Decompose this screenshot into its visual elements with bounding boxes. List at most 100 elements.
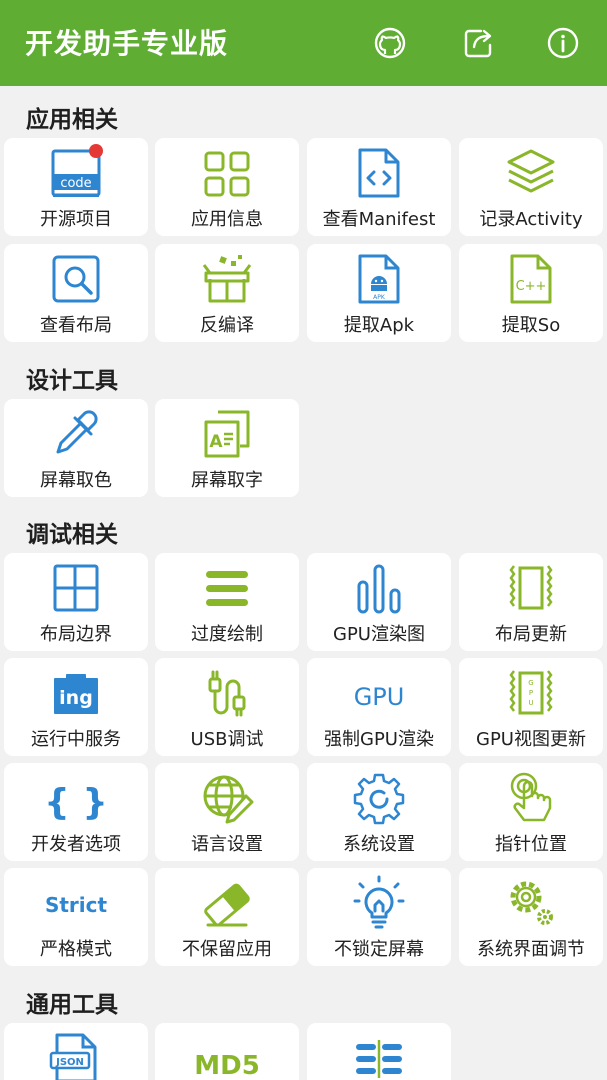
tile-label: 开源项目	[40, 209, 112, 230]
tile-label: GPU渲染图	[333, 624, 425, 645]
tile-md5[interactable]: MD5	[155, 1023, 299, 1080]
tile-decompile[interactable]: 反编译	[155, 244, 299, 342]
tile-text-capture[interactable]: A 屏幕取字	[155, 399, 299, 497]
tile-manifest[interactable]: 查看Manifest	[307, 138, 451, 236]
github-icon[interactable]	[373, 26, 407, 60]
list-lines-icon	[356, 1040, 402, 1078]
svg-text:JSON: JSON	[55, 1057, 84, 1068]
grid-apps-icon	[204, 151, 250, 197]
apk-file-icon: APK	[358, 254, 400, 304]
tile-system-ui-tuner[interactable]: 系统界面调节	[459, 868, 603, 966]
svg-text:G: G	[528, 679, 533, 687]
layers-icon	[507, 149, 555, 193]
tile-label: 屏幕取色	[40, 470, 112, 491]
section-title-app: 应用相关	[26, 107, 118, 133]
eraser-icon	[204, 883, 250, 927]
tile-developer-options[interactable]: { } 开发者选项	[4, 763, 148, 861]
ing-icon: ing	[54, 674, 98, 714]
cpp-file-icon: C++	[510, 254, 552, 304]
md5-text-icon: MD5	[194, 1051, 260, 1080]
svg-text:Strict: Strict	[45, 893, 108, 917]
share-icon[interactable]	[461, 26, 495, 60]
tile-label: 不锁定屏幕	[334, 939, 424, 960]
tile-view-layout[interactable]: 查看布局	[4, 244, 148, 342]
tile-label: 提取So	[501, 315, 561, 336]
json-file-icon: JSON	[49, 1033, 97, 1080]
tile-label: 开发者选项	[31, 834, 121, 855]
layout-bounds-icon	[53, 564, 99, 612]
svg-text:U: U	[528, 699, 533, 707]
tile-label: 指针位置	[495, 834, 567, 855]
tile-dont-keep-activities[interactable]: 不保留应用	[155, 868, 299, 966]
tile-gpu-profile[interactable]: GPU渲染图	[307, 553, 451, 651]
svg-text:MD5: MD5	[194, 1051, 260, 1080]
tile-label: 记录Activity	[479, 209, 583, 230]
svg-text:GPU: GPU	[354, 683, 405, 711]
tile-label: 屏幕取字	[191, 470, 263, 491]
layout-update-icon	[509, 565, 553, 610]
gears-icon	[510, 881, 553, 925]
search-layout-icon	[52, 255, 100, 303]
tile-json[interactable]: JSON	[4, 1023, 148, 1080]
tile-pointer-location[interactable]: 指针位置	[459, 763, 603, 861]
usb-cable-icon	[208, 670, 246, 717]
tile-label: 系统界面调节	[477, 939, 585, 960]
svg-text:C++: C++	[516, 279, 547, 294]
tile-label: 运行中服务	[31, 729, 121, 750]
overdraw-icon	[206, 571, 248, 606]
tile-label: 过度绘制	[191, 624, 263, 645]
tile-stay-awake[interactable]: 不锁定屏幕	[307, 868, 451, 966]
tile-label: 提取Apk	[343, 315, 415, 336]
tile-label: 布局边界	[40, 624, 112, 645]
open-box-icon	[202, 255, 252, 303]
bar-chart-icon	[357, 564, 401, 614]
info-icon[interactable]	[546, 26, 580, 60]
tile-app-info[interactable]: 应用信息	[155, 138, 299, 236]
tile-gpu-view-update[interactable]: GPU GPU视图更新	[459, 658, 603, 756]
notification-badge	[89, 144, 103, 158]
text-copy-icon: A	[204, 410, 250, 458]
section-title-design: 设计工具	[26, 368, 118, 394]
tile-label: 应用信息	[191, 209, 263, 230]
app-bar: 开发助手专业版	[0, 0, 607, 86]
tile-layout-update[interactable]: 布局更新	[459, 553, 603, 651]
tile-label: 强制GPU渲染	[324, 729, 434, 750]
svg-text:ing: ing	[59, 687, 93, 709]
tile-usb-debug[interactable]: USB调试	[155, 658, 299, 756]
tile-open-source[interactable]: code 开源项目	[4, 138, 148, 236]
braces-icon: { }	[44, 782, 108, 823]
tile-label: USB调试	[190, 729, 264, 750]
pointer-hand-icon	[510, 772, 552, 822]
gear-icon	[353, 773, 405, 825]
lightbulb-icon	[353, 875, 405, 929]
tile-overdraw[interactable]: 过度绘制	[155, 553, 299, 651]
tile-record-activity[interactable]: 记录Activity	[459, 138, 603, 236]
gpu-view-update-icon: GPU	[509, 670, 553, 715]
tile-layout-bounds[interactable]: 布局边界	[4, 553, 148, 651]
tile-label: 布局更新	[495, 624, 567, 645]
tile-label: 反编译	[200, 315, 254, 336]
strict-text-icon: Strict	[45, 893, 108, 917]
svg-text:{ }: { }	[44, 782, 108, 823]
section-title-debug: 调试相关	[26, 522, 118, 548]
tile-system-settings[interactable]: 系统设置	[307, 763, 451, 861]
tile-label: 查看Manifest	[322, 209, 436, 230]
tile-label: GPU视图更新	[476, 729, 586, 750]
tile-running-services[interactable]: ing 运行中服务	[4, 658, 148, 756]
svg-text:code: code	[60, 176, 91, 191]
tile-force-gpu[interactable]: GPU 强制GPU渲染	[307, 658, 451, 756]
tile-extract-apk[interactable]: APK 提取Apk	[307, 244, 451, 342]
section-title-common: 通用工具	[26, 992, 118, 1018]
tile-label: 不保留应用	[182, 939, 272, 960]
tile-color-picker[interactable]: 屏幕取色	[4, 399, 148, 497]
svg-text:A: A	[209, 432, 223, 452]
tile-label: 严格模式	[40, 939, 112, 960]
globe-pen-icon	[203, 775, 254, 824]
page-title: 开发助手专业版	[25, 27, 229, 60]
tile-list-tool[interactable]	[307, 1023, 451, 1080]
tile-label: 查看布局	[40, 315, 112, 336]
tile-strict-mode[interactable]: Strict 严格模式	[4, 868, 148, 966]
gpu-text-icon: GPU	[354, 683, 405, 711]
tile-language-settings[interactable]: 语言设置	[155, 763, 299, 861]
tile-extract-so[interactable]: C++ 提取So	[459, 244, 603, 342]
